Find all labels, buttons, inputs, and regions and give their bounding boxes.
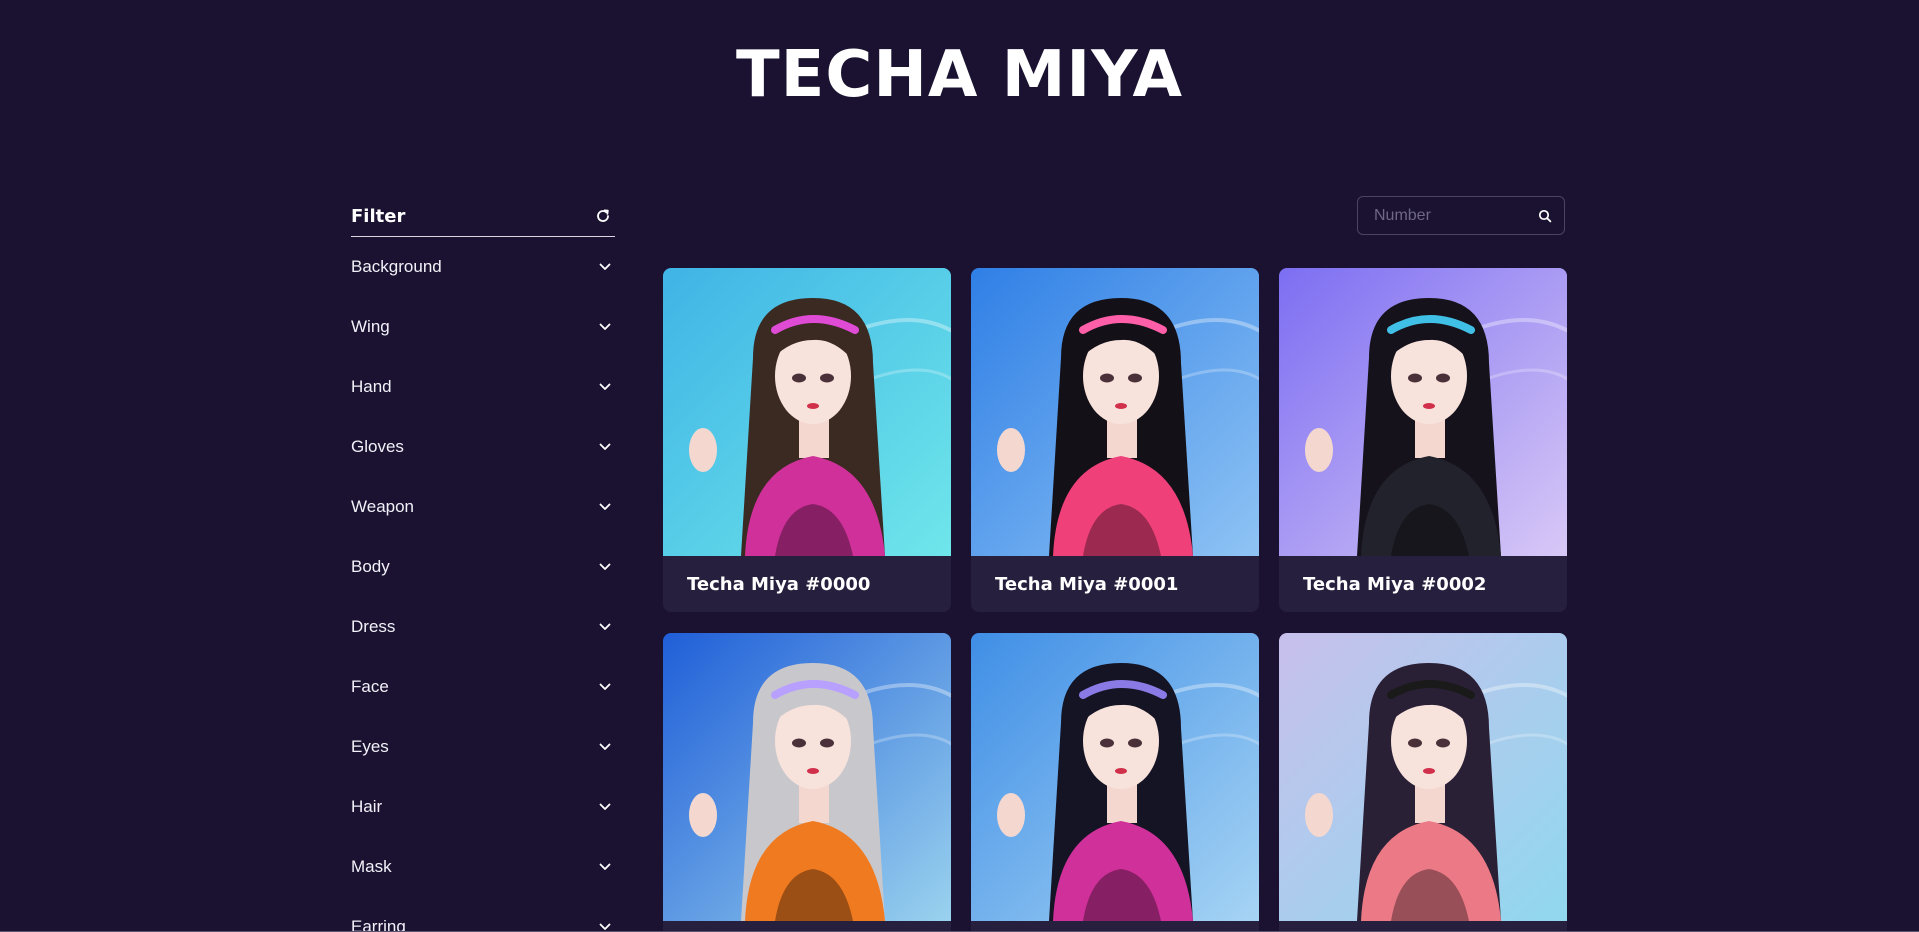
nft-card[interactable] xyxy=(663,633,951,931)
filter-item-hair[interactable]: Hair xyxy=(351,777,615,837)
chevron-down-icon xyxy=(597,679,613,695)
nft-image xyxy=(663,633,951,921)
nft-name xyxy=(971,921,1259,931)
chevron-down-icon xyxy=(597,499,613,515)
filter-sidebar: Filter Background Wing Hand Gloves Weapon Bod… xyxy=(351,196,615,932)
nft-image xyxy=(663,268,951,556)
nft-image xyxy=(971,633,1259,921)
chevron-down-icon xyxy=(597,619,613,635)
filter-item-gloves[interactable]: Gloves xyxy=(351,417,615,477)
filter-title: Filter xyxy=(351,205,406,227)
nft-name: Techa Miya #0002 xyxy=(1303,573,1487,595)
nft-card[interactable] xyxy=(1279,633,1567,931)
nft-image xyxy=(1279,633,1567,921)
filter-item-label: Dress xyxy=(351,617,396,636)
nft-card[interactable] xyxy=(971,633,1259,931)
nft-name: Techa Miya #0001 xyxy=(995,573,1179,595)
filter-item-background[interactable]: Background xyxy=(351,237,615,297)
filter-item-label: Face xyxy=(351,677,389,696)
nft-card[interactable]: Techa Miya #0000 xyxy=(663,268,951,612)
filter-item-face[interactable]: Face xyxy=(351,657,615,717)
filter-item-eyes[interactable]: Eyes xyxy=(351,717,615,777)
chevron-down-icon xyxy=(597,439,613,455)
filter-item-weapon[interactable]: Weapon xyxy=(351,477,615,537)
nft-card[interactable]: Techa Miya #0001 xyxy=(971,268,1259,612)
search-icon[interactable] xyxy=(1526,197,1564,234)
page-title: TECHA MIYA xyxy=(736,38,1183,112)
chevron-down-icon xyxy=(597,799,613,815)
nft-name xyxy=(663,921,951,931)
filter-item-label: Hand xyxy=(351,377,392,396)
filter-item-mask[interactable]: Mask xyxy=(351,837,615,897)
nft-grid: Techa Miya #0000 Techa Miya #0001 Techa Mi… xyxy=(663,268,1567,931)
filter-item-earring[interactable]: Earring xyxy=(351,897,615,932)
search-box xyxy=(1357,196,1565,235)
filter-item-dress[interactable]: Dress xyxy=(351,597,615,657)
chevron-down-icon xyxy=(597,559,613,575)
chevron-down-icon xyxy=(597,859,613,875)
nft-image xyxy=(1279,268,1567,556)
filter-item-label: Background xyxy=(351,257,442,276)
filter-item-label: Gloves xyxy=(351,437,404,456)
refresh-icon[interactable] xyxy=(593,206,613,226)
chevron-down-icon xyxy=(597,319,613,335)
search-input[interactable] xyxy=(1358,205,1526,226)
filter-item-label: Weapon xyxy=(351,497,415,516)
filter-item-wing[interactable]: Wing xyxy=(351,297,615,357)
filter-item-body[interactable]: Body xyxy=(351,537,615,597)
nft-name xyxy=(1279,921,1567,931)
chevron-down-icon xyxy=(597,259,613,275)
filter-item-label: Mask xyxy=(351,857,392,876)
filter-header: Filter xyxy=(351,196,615,237)
filter-item-label: Wing xyxy=(351,317,390,336)
filter-item-hand[interactable]: Hand xyxy=(351,357,615,417)
nft-card[interactable]: Techa Miya #0002 xyxy=(1279,268,1567,612)
filter-item-label: Eyes xyxy=(351,737,389,756)
chevron-down-icon xyxy=(597,379,613,395)
filter-list: Background Wing Hand Gloves Weapon Body Dress F… xyxy=(351,237,615,932)
chevron-down-icon xyxy=(597,739,613,755)
filter-item-label: Hair xyxy=(351,797,383,816)
filter-item-label: Body xyxy=(351,557,390,576)
filter-item-label: Earring xyxy=(351,917,406,932)
chevron-down-icon xyxy=(597,919,613,931)
nft-image xyxy=(971,268,1259,556)
page: TECHA MIYA Filter Background Wing Hand Glov… xyxy=(0,0,1919,932)
nft-name: Techa Miya #0000 xyxy=(687,573,871,595)
